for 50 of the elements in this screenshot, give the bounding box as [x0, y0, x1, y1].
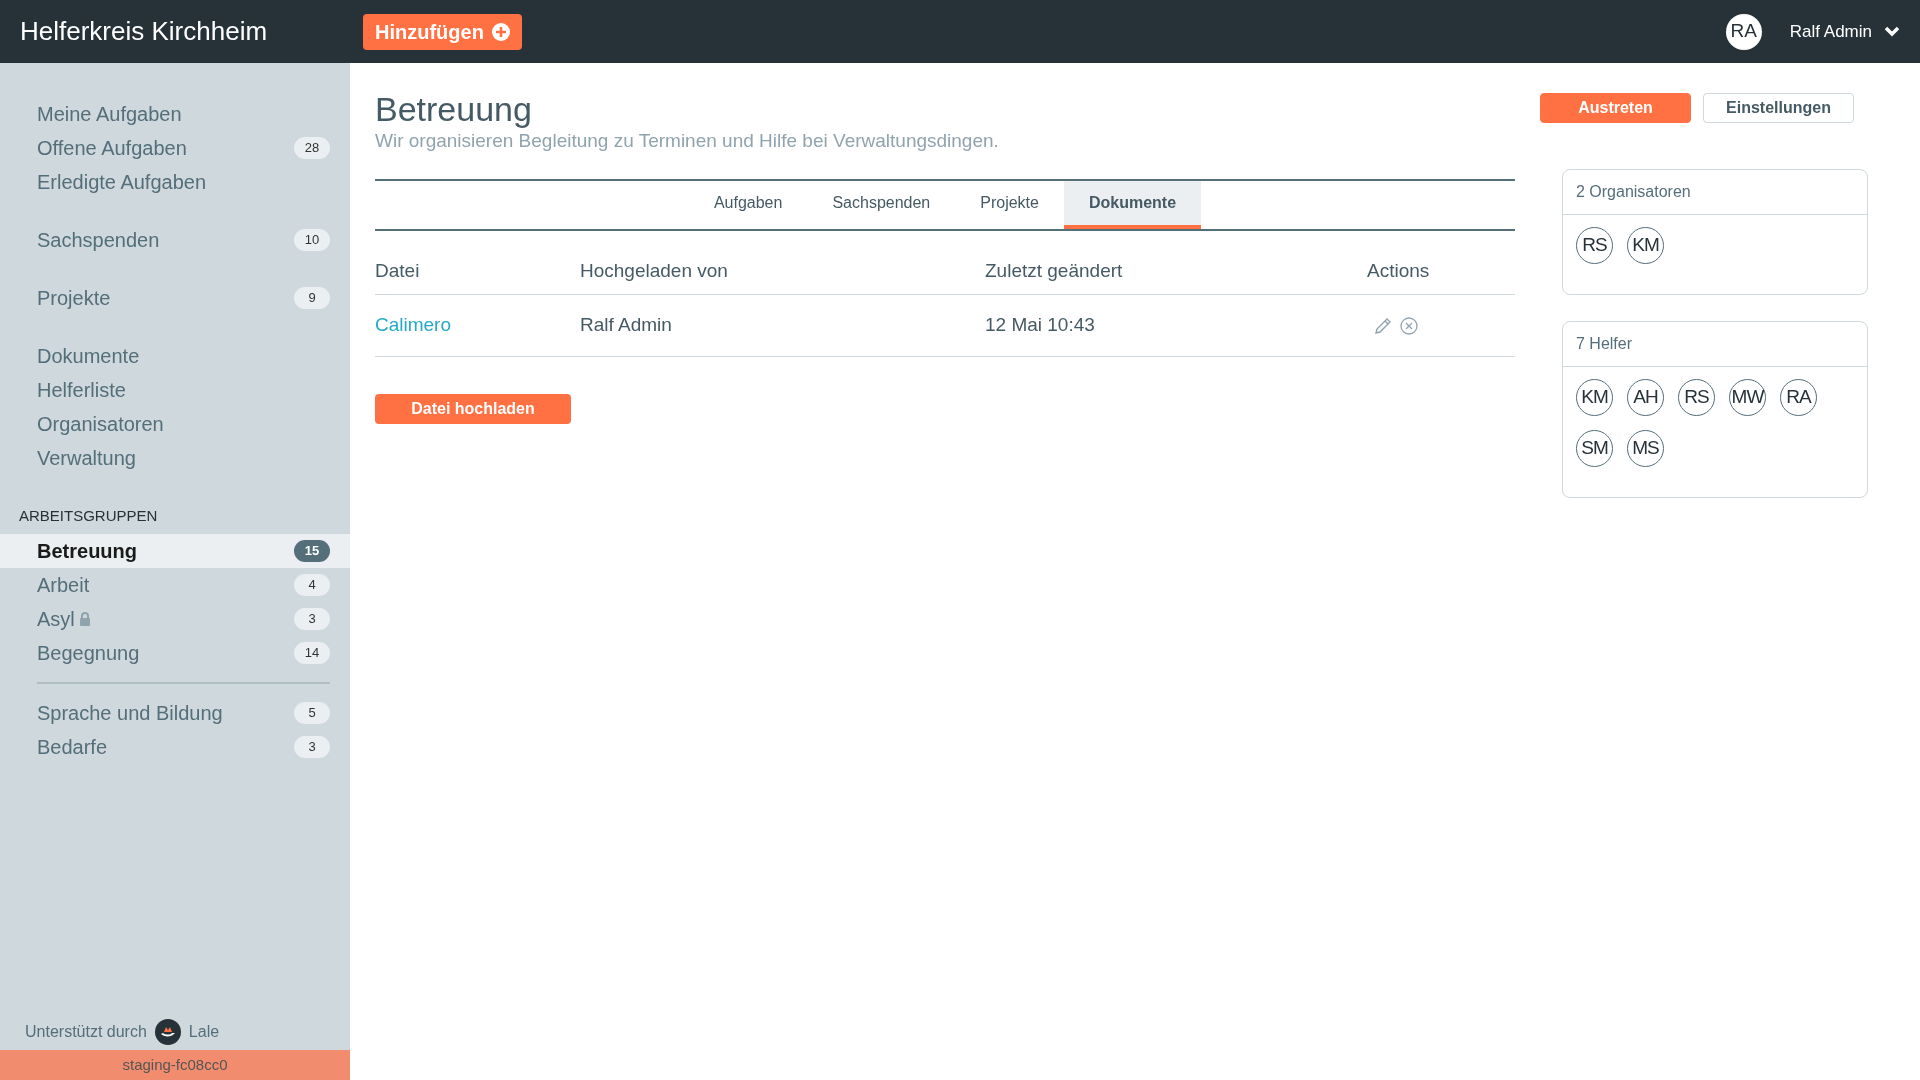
app-title[interactable]: Helferkreis Kirchheim: [20, 12, 363, 51]
tab[interactable]: Sachspenden: [807, 181, 956, 229]
action-button[interactable]: Einstellungen: [1703, 93, 1854, 123]
sidebar-item[interactable]: Bedarfe 3: [0, 729, 350, 764]
column-header: Actions: [1367, 259, 1431, 284]
column-header: Zuletzt geändert: [985, 259, 1124, 284]
count-badge: 4: [294, 573, 330, 596]
sidebar-item[interactable]: Offene Aufgaben 28: [0, 131, 350, 165]
sidebar-item[interactable]: Sprache und Bildung 5: [0, 695, 350, 730]
column-header: Hochgeladen von: [580, 259, 729, 284]
sidebar-item[interactable]: Sachspenden 10: [0, 223, 350, 257]
count-badge: 28: [294, 137, 330, 159]
sidebar-item[interactable]: Helferliste: [0, 373, 350, 407]
count-badge: 15: [294, 539, 330, 562]
card-title: 2 Organisatoren: [1563, 170, 1867, 215]
card-title: 7 Helfer: [1563, 322, 1867, 367]
brand-link[interactable]: Lale: [188, 1020, 220, 1044]
user-avatar: RA: [1725, 13, 1762, 50]
section-heading: ARBEITSGRUPPEN: [18, 506, 159, 526]
tab[interactable]: Dokumente: [1063, 181, 1202, 229]
sidebar-item[interactable]: Meine Aufgaben: [0, 97, 350, 131]
powered-by-text: Unterstützt durch: [25, 1022, 147, 1042]
sidebar-item[interactable]: Betreuung 15: [0, 533, 350, 568]
sidebar-item[interactable]: Begegnung 14: [0, 635, 350, 670]
sidebar-item[interactable]: Erledigte Aufgaben: [0, 165, 350, 199]
tab[interactable]: Aufgaben: [688, 181, 808, 229]
plus-circle-icon: [491, 22, 510, 41]
user-menu[interactable]: Ralf Admin: [1789, 18, 1900, 45]
sidebar-item[interactable]: Arbeit 4: [0, 567, 350, 602]
page-description: Wir organisieren Begleitung zu Terminen und Hilfe bei Verwaltungsdingen.: [375, 129, 1000, 153]
tab[interactable]: Projekte: [955, 181, 1064, 229]
logo-icon: [154, 1019, 181, 1045]
count-badge: 3: [294, 735, 330, 758]
sidebar-item[interactable]: Asyl 3: [0, 601, 350, 636]
sidebar-item[interactable]: Dokumente: [0, 339, 350, 373]
count-badge: 10: [294, 229, 330, 251]
sidebar-item[interactable]: Projekte 9: [0, 281, 350, 315]
table-cell-text: Ralf Admin: [580, 313, 673, 338]
table-cell-text: 12 Mai 10:43: [985, 313, 1096, 338]
page-title: Betreuung: [375, 89, 533, 129]
delete-icon[interactable]: [1399, 315, 1419, 336]
column-header: Datei: [375, 259, 421, 284]
build-label: staging-fc08cc0: [0, 1050, 350, 1080]
sidebar-item[interactable]: Verwaltung: [0, 441, 350, 475]
count-badge: 5: [294, 701, 330, 724]
sidebar-item[interactable]: Organisatoren: [0, 407, 350, 441]
count-badge: 9: [294, 287, 330, 309]
count-badge: 3: [294, 607, 330, 630]
count-badge: 14: [294, 641, 330, 664]
chevron-down-icon: [1884, 25, 1900, 38]
